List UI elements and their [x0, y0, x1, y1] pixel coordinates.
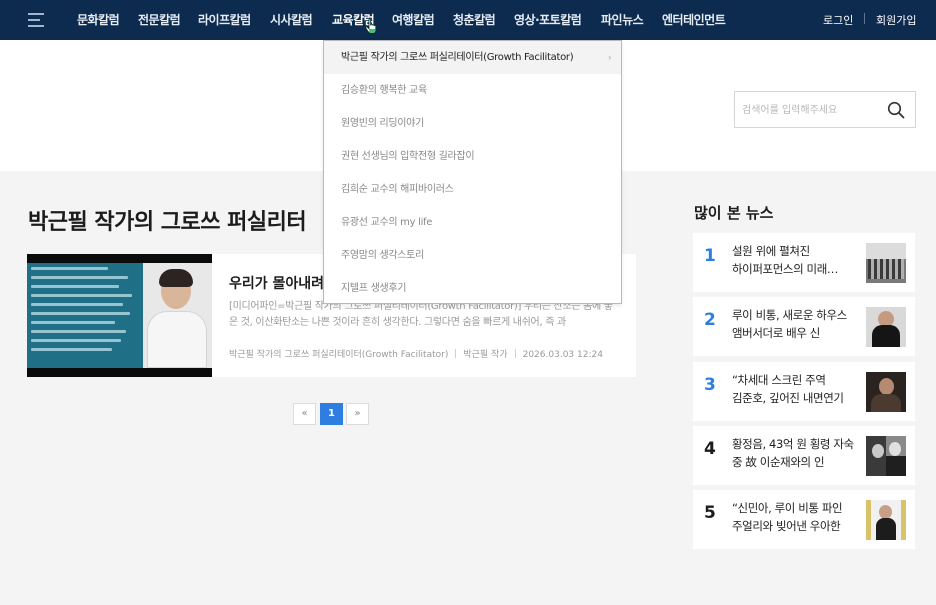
- nav-item-expert[interactable]: 전문칼럼: [138, 11, 181, 28]
- search-icon[interactable]: [887, 101, 905, 119]
- pagination-next-button[interactable]: »: [346, 403, 369, 425]
- auth-divider: [864, 13, 865, 24]
- dropdown-item-growth-facilitator[interactable]: 박근필 작가의 그로쓰 퍼실리테이터(Growth Facilitator) ›: [324, 41, 621, 74]
- dropdown-item-happy-virus[interactable]: 김희순 교수의 해피바이러스: [324, 173, 621, 206]
- popular-news-item[interactable]: 5 “신민아, 루이 비통 파인 주얼리와 빚어낸 우아한: [693, 490, 915, 549]
- author-photo: [143, 263, 212, 368]
- login-link[interactable]: 로그인: [823, 12, 853, 28]
- nav-item-video-photo[interactable]: 영상·포토칼럼: [514, 11, 582, 28]
- popular-news-item[interactable]: 1 설원 위에 펼쳐진 하이퍼포먼스의 미래… 몽클: [693, 233, 915, 292]
- dropdown-item-happy-education[interactable]: 김승환의 행복한 교육: [324, 74, 621, 107]
- dropdown-item-reading-story[interactable]: 원영빈의 리딩이야기: [324, 107, 621, 140]
- pagination-prev-button[interactable]: «: [293, 403, 316, 425]
- popular-news-item[interactable]: 3 “차세대 스크린 주역 김준호, 깊어진 내면연기: [693, 362, 915, 421]
- popular-news-thumbnail[interactable]: [866, 243, 906, 283]
- popular-news-thumbnail[interactable]: [866, 500, 906, 540]
- dropdown-item-my-life[interactable]: 유광선 교수의 my life: [324, 206, 621, 239]
- nav-item-life[interactable]: 라이프칼럼: [198, 11, 251, 28]
- popular-news-title[interactable]: 황정음, 43억 원 횡령 자숙 중 故 이순재와의 인: [732, 435, 856, 472]
- nav-item-youth[interactable]: 청춘칼럼: [453, 11, 496, 28]
- popular-news-rank: 5: [704, 503, 716, 523]
- popular-news-item[interactable]: 4 황정음, 43억 원 횡령 자숙 중 故 이순재와의 인: [693, 426, 915, 485]
- page-title: 박근필 작가의 그로쓰 퍼실리터: [28, 210, 307, 235]
- nav-item-fine-news[interactable]: 파인뉴스: [601, 11, 644, 28]
- dropdown-item-label: 박근필 작가의 그로쓰 퍼실리테이터(Growth Facilitator): [341, 52, 574, 63]
- article-section: 박근필 작가의 그로쓰 퍼실리테이터(Growth Facilitator): [229, 350, 449, 360]
- chevron-right-icon: ›: [608, 53, 611, 62]
- education-column-dropdown: 박근필 작가의 그로쓰 퍼실리테이터(Growth Facilitator) ›…: [323, 40, 622, 304]
- nav-item-current-affairs[interactable]: 시사칼럼: [270, 11, 313, 28]
- popular-news-title[interactable]: “신민아, 루이 비통 파인 주얼리와 빚어낸 우아한: [732, 499, 856, 536]
- top-navigation-bar: 문화칼럼 전문칼럼 라이프칼럼 시사칼럼 교육칼럼 여행칼럼 청춘칼럼 영상·포…: [0, 0, 936, 40]
- article-author: 박근필 작가: [463, 350, 508, 360]
- popular-news-rank: 1: [704, 246, 716, 266]
- popular-news-heading: 많이 본 뉴스: [694, 204, 774, 222]
- dropdown-item-admission-guide[interactable]: 권현 선생님의 입학전형 길라잡이: [324, 140, 621, 173]
- popular-news-title[interactable]: 설원 위에 펼쳐진 하이퍼포먼스의 미래… 몽클: [732, 242, 856, 279]
- thumbnail-text-lines: [31, 267, 141, 357]
- popular-news-rank: 2: [704, 310, 716, 330]
- nav-item-culture[interactable]: 문화칼럼: [77, 11, 120, 28]
- dropdown-item-thought-story[interactable]: 주영맘의 생각스토리: [324, 239, 621, 272]
- dropdown-item-g-telp-review[interactable]: 지텔프 생생후기: [324, 272, 621, 305]
- popular-news-title[interactable]: 루이 비통, 새로운 하우스 앰버서더로 배우 신: [732, 306, 856, 343]
- popular-news-rank: 3: [704, 375, 716, 395]
- hand-cursor-icon: [365, 18, 377, 34]
- popular-news-title[interactable]: “차세대 스크린 주역 김준호, 깊어진 내면연기: [732, 371, 856, 408]
- search-box: [734, 91, 916, 128]
- menu-icon[interactable]: [28, 13, 44, 27]
- pagination-page-1[interactable]: 1: [320, 403, 343, 425]
- article-date: 2026.03.03 12:24: [522, 350, 603, 360]
- signup-link[interactable]: 회원가입: [876, 12, 916, 28]
- article-meta: 박근필 작가의 그로쓰 퍼실리테이터(Growth Facilitator) 박근…: [229, 347, 603, 360]
- nav-item-travel[interactable]: 여행칼럼: [392, 11, 435, 28]
- thumbnail-slide: [27, 263, 212, 368]
- search-input[interactable]: [742, 101, 882, 119]
- nav-item-entertainment[interactable]: 엔터테인먼트: [662, 11, 726, 28]
- popular-news-rank: 4: [704, 439, 716, 459]
- popular-news-thumbnail[interactable]: [866, 307, 906, 347]
- popular-news-thumbnail[interactable]: [866, 436, 906, 476]
- article-thumbnail[interactable]: [27, 254, 212, 377]
- popular-news-item[interactable]: 2 루이 비통, 새로운 하우스 앰버서더로 배우 신: [693, 297, 915, 356]
- article-title[interactable]: 우리가 몰아내려: [229, 273, 324, 293]
- popular-news-thumbnail[interactable]: [866, 372, 906, 412]
